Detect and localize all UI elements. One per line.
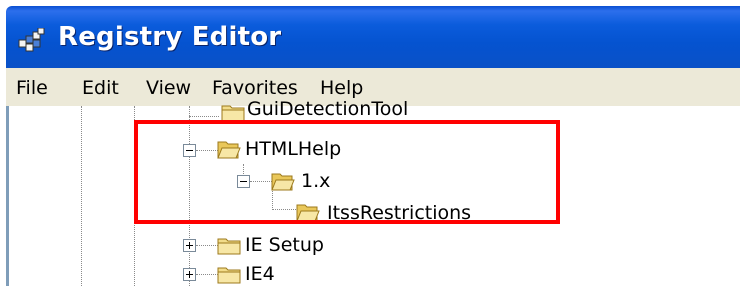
registry-editor-app-icon <box>18 28 45 52</box>
menu-help[interactable]: Help <box>320 77 363 99</box>
tree-node-label: IE Setup <box>245 234 324 256</box>
folder-icon <box>217 267 241 284</box>
folder-icon <box>221 105 245 122</box>
expand-toggle[interactable] <box>183 239 196 252</box>
window-title: Registry Editor <box>58 22 282 52</box>
tree-node-label: IE4 <box>245 263 275 285</box>
tree-guide-line <box>81 106 82 286</box>
tree-node-label: GuiDetectionTool <box>247 98 409 120</box>
expand-toggle[interactable] <box>183 268 196 281</box>
menu-favorites[interactable]: Favorites <box>212 77 298 99</box>
menu-edit[interactable]: Edit <box>82 77 119 99</box>
tree-branch-line <box>189 116 219 117</box>
red-highlight-box <box>134 120 560 224</box>
folder-icon <box>217 238 241 255</box>
menu-view[interactable]: View <box>146 77 191 99</box>
tree-branch-line <box>196 274 218 275</box>
tree-branch-line <box>196 245 218 246</box>
title-bar[interactable]: Registry Editor <box>6 6 740 68</box>
menu-file[interactable]: File <box>16 77 48 99</box>
